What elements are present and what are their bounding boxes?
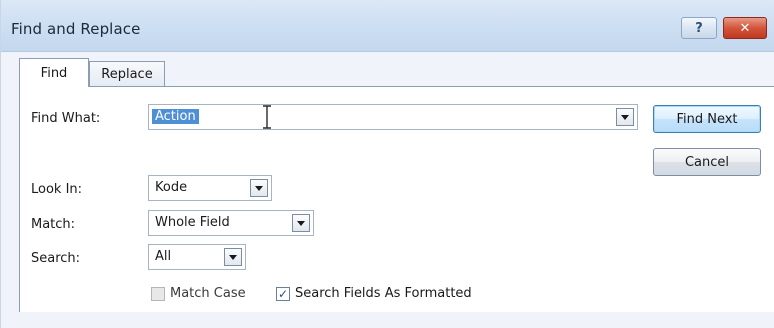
find-what-value[interactable]: Action — [152, 109, 199, 124]
cancel-label: Cancel — [684, 154, 730, 170]
match-case-checkbox-row[interactable]: Match Case — [151, 286, 246, 301]
look-in-value: Kode — [155, 180, 188, 195]
title-bar[interactable]: Find and Replace ? ✕ — [1, 0, 774, 52]
match-value: Whole Field — [155, 215, 230, 230]
tab-find[interactable]: Find — [19, 58, 89, 87]
chevron-down-icon — [297, 220, 305, 226]
chevron-down-icon — [621, 114, 629, 120]
search-label: Search: — [31, 251, 81, 266]
match-combobox[interactable]: Whole Field — [148, 210, 314, 236]
look-in-combobox[interactable]: Kode — [148, 175, 272, 201]
search-formatted-checkbox-row[interactable]: ✓ Search Fields As Formatted — [276, 286, 472, 301]
close-icon: ✕ — [739, 20, 751, 36]
window-title: Find and Replace — [11, 20, 141, 38]
search-value: All — [155, 249, 172, 264]
search-formatted-checkbox[interactable]: ✓ — [276, 286, 290, 301]
search-dropdown-button[interactable] — [224, 248, 242, 266]
match-label: Match: — [31, 217, 76, 232]
close-button[interactable]: ✕ — [723, 17, 767, 39]
checkmark-icon: ✓ — [277, 286, 289, 301]
cancel-button[interactable]: Cancel — [653, 148, 761, 176]
help-button[interactable]: ? — [681, 17, 717, 39]
tab-replace[interactable]: Replace — [89, 61, 165, 87]
match-dropdown-button[interactable] — [292, 214, 310, 232]
search-combobox[interactable]: All — [148, 244, 246, 270]
tab-find-label: Find — [40, 65, 68, 81]
find-what-dropdown-button[interactable] — [616, 108, 634, 126]
find-next-label: Find Next — [676, 111, 738, 127]
chevron-down-icon — [229, 254, 237, 260]
find-next-button[interactable]: Find Next — [653, 105, 761, 133]
chevron-down-icon — [255, 185, 263, 191]
match-case-checkbox[interactable] — [151, 286, 165, 301]
find-what-label: Find What: — [31, 111, 101, 126]
tab-replace-label: Replace — [101, 67, 153, 82]
look-in-dropdown-button[interactable] — [250, 179, 268, 197]
text-cursor-icon — [263, 105, 271, 129]
find-what-combobox[interactable]: Action — [148, 104, 638, 130]
match-case-label: Match Case — [170, 286, 246, 301]
find-replace-dialog: Find and Replace ? ✕ Replace Find Find W… — [0, 0, 774, 328]
look-in-label: Look In: — [31, 182, 83, 197]
search-formatted-label: Search Fields As Formatted — [295, 286, 472, 301]
help-icon: ? — [695, 20, 703, 36]
